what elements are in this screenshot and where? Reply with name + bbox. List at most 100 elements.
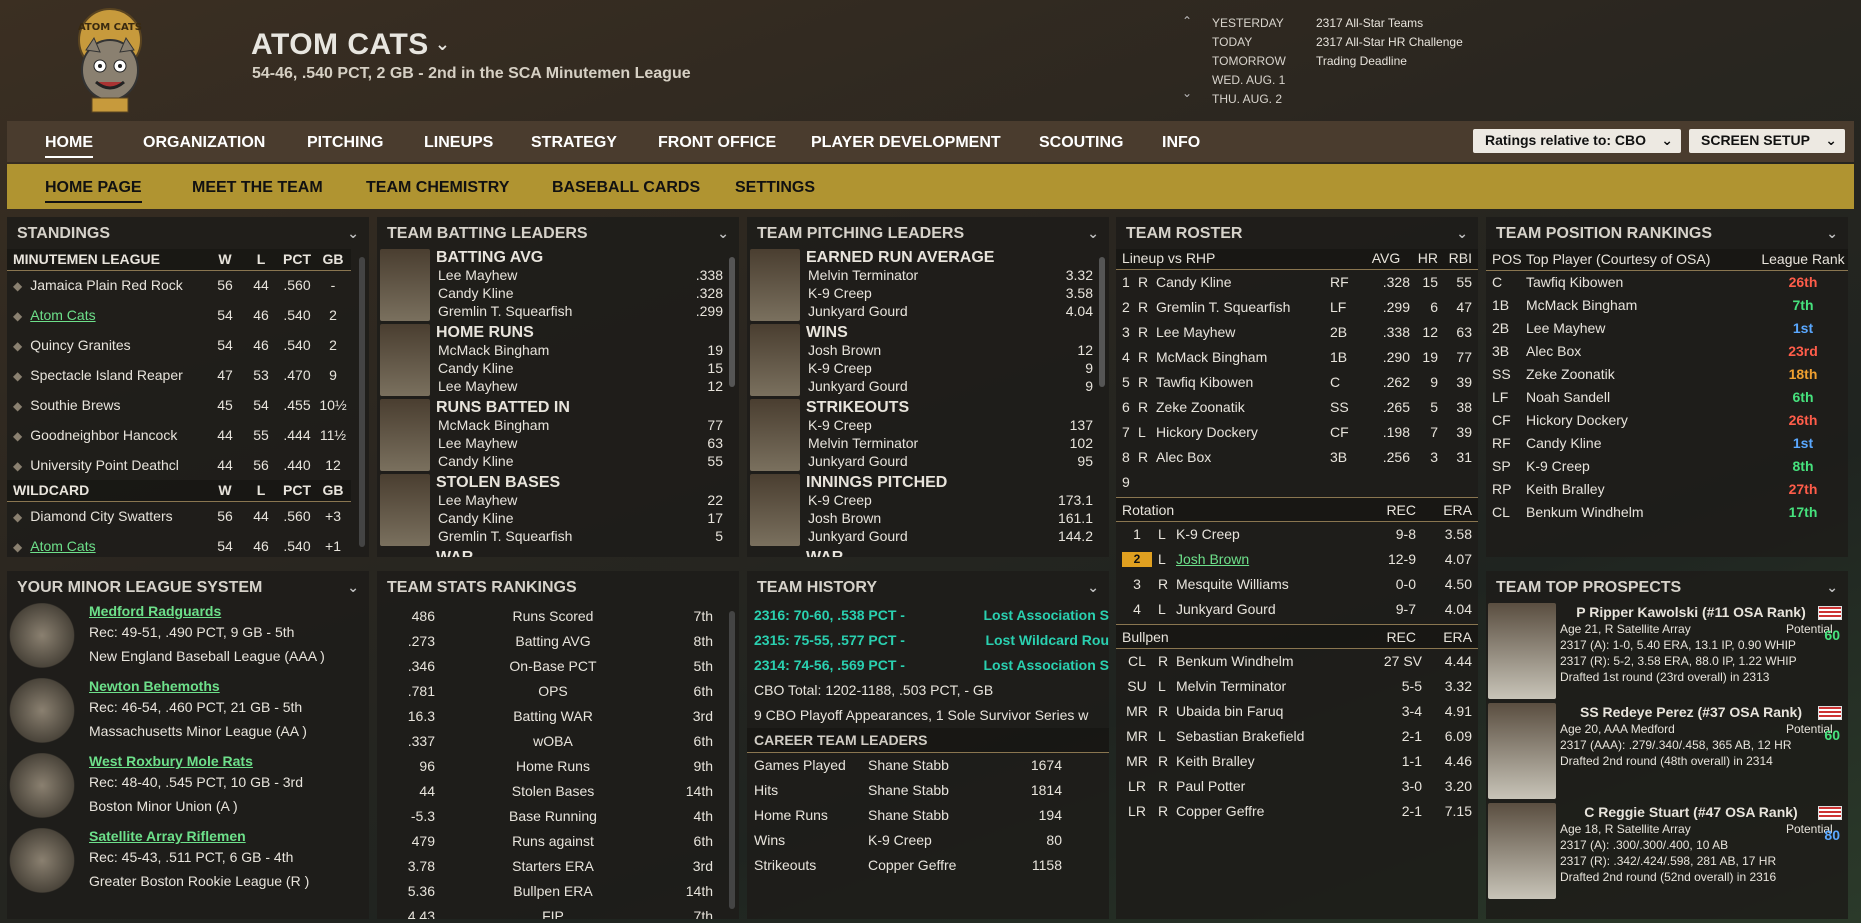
chevron-down-icon[interactable]: ⌄ bbox=[1182, 86, 1192, 100]
leader-row[interactable]: Josh Brown 161.1 bbox=[806, 509, 1093, 527]
leader-row[interactable]: Melvin Terminator 3.32 bbox=[806, 266, 1093, 284]
lineup-row[interactable]: 3 R Lee Mayhew 2B .338 12 63 bbox=[1116, 320, 1478, 345]
leader-row[interactable]: Lee Mayhew 63 bbox=[436, 434, 723, 452]
stats-row[interactable]: 5.36 Bullpen ERA 14th bbox=[377, 878, 723, 903]
team-name[interactable]: Atom Cats bbox=[30, 307, 95, 323]
leader-row[interactable]: McMack Bingham 77 bbox=[436, 416, 723, 434]
stats-row[interactable]: 96 Home Runs 9th bbox=[377, 753, 723, 778]
standings-row[interactable]: ◆ Quincy Granites 54 46 .540 2 bbox=[7, 330, 351, 360]
prospect-name[interactable]: SS Redeye Perez (#37 OSA Rank) bbox=[1560, 703, 1848, 721]
leader-row[interactable]: Candy Kline 15 bbox=[436, 359, 723, 377]
bullpen-row[interactable]: MR R Keith Bralley 1-1 4.46 bbox=[1116, 749, 1478, 774]
career-leader-row[interactable]: Strikeouts Copper Geffre 1158 bbox=[754, 853, 1109, 878]
screen-setup-dropdown[interactable]: SCREEN SETUP ⌄ bbox=[1689, 129, 1845, 153]
tab-info[interactable]: INFO bbox=[1162, 134, 1200, 152]
standings-row[interactable]: ◆ Spectacle Island Reaper 47 53 .470 9 bbox=[7, 360, 351, 390]
position-row[interactable]: CL Benkum Windhelm 17th bbox=[1486, 500, 1848, 523]
standings-row[interactable]: ◆ Goodneighbor Hancock 44 55 .444 11½ bbox=[7, 420, 351, 450]
team-title[interactable]: ATOM CATS ⌄ bbox=[251, 28, 450, 62]
position-row[interactable]: 2B Lee Mayhew 1st bbox=[1486, 316, 1848, 339]
tab-home[interactable]: HOME bbox=[45, 134, 93, 158]
leader-row[interactable]: Junkyard Gourd 144.2 bbox=[806, 527, 1093, 545]
lineup-row[interactable]: 9 bbox=[1116, 470, 1478, 495]
position-row[interactable]: 3B Alec Box 23rd bbox=[1486, 339, 1848, 362]
lineup-row[interactable]: 8 R Alec Box 3B .256 3 31 bbox=[1116, 445, 1478, 470]
standings-row[interactable]: ◆ Diamond City Swatters 56 44 .560 +3 bbox=[7, 501, 351, 531]
chevron-down-icon[interactable]: ⌄ bbox=[1456, 225, 1468, 241]
prospect-name[interactable]: P Ripper Kawolski (#11 OSA Rank) bbox=[1560, 603, 1848, 621]
standings-row[interactable]: ◆ Atom Cats 54 46 .540 2 bbox=[7, 300, 351, 330]
stats-row[interactable]: .346 On-Base PCT 5th bbox=[377, 653, 723, 678]
standings-row[interactable]: ◆ Jamaica Plain Red Rock 56 44 .560 - bbox=[7, 270, 351, 300]
position-row[interactable]: RF Candy Kline 1st bbox=[1486, 431, 1848, 454]
position-row[interactable]: 1B McMack Bingham 7th bbox=[1486, 293, 1848, 316]
lineup-row[interactable]: 2 R Gremlin T. Squearfish LF .299 6 47 bbox=[1116, 295, 1478, 320]
leader-row[interactable]: McMack Bingham 19 bbox=[436, 341, 723, 359]
minor-team-name[interactable]: Newton Behemoths bbox=[89, 678, 307, 694]
minor-team-name[interactable]: Medford Radguards bbox=[89, 603, 325, 619]
chevron-down-icon[interactable]: ⌄ bbox=[347, 579, 359, 595]
tab-team-chemistry[interactable]: TEAM CHEMISTRY bbox=[366, 179, 509, 197]
leader-row[interactable]: Lee Mayhew 22 bbox=[436, 491, 723, 509]
tab-organization[interactable]: ORGANIZATION bbox=[143, 134, 265, 152]
career-leader-row[interactable]: Hits Shane Stabb 1814 bbox=[754, 778, 1109, 803]
leader-row[interactable]: Junkyard Gourd 95 bbox=[806, 452, 1093, 470]
history-season[interactable]: 2314: 74-56, .569 PCT - Lost Association … bbox=[754, 653, 1109, 678]
chevron-down-icon[interactable]: ⌄ bbox=[717, 225, 729, 241]
chevron-down-icon[interactable]: ⌄ bbox=[1087, 579, 1099, 595]
chevron-down-icon[interactable]: ⌄ bbox=[1087, 225, 1099, 241]
leader-row[interactable]: K-9 Creep 3.58 bbox=[806, 284, 1093, 302]
stats-row[interactable]: 479 Runs against 6th bbox=[377, 828, 723, 853]
standings-row[interactable]: ◆ University Point Deathcl 44 56 .440 12 bbox=[7, 450, 351, 480]
leader-row[interactable]: Gremlin T. Squearfish .299 bbox=[436, 302, 723, 320]
tab-meet-the-team[interactable]: MEET THE TEAM bbox=[192, 179, 323, 197]
scrollbar[interactable] bbox=[359, 257, 365, 547]
standings-row[interactable]: ◆ Southie Brews 45 54 .455 10½ bbox=[7, 390, 351, 420]
stats-row[interactable]: .273 Batting AVG 8th bbox=[377, 628, 723, 653]
stats-row[interactable]: 486 Runs Scored 7th bbox=[377, 603, 723, 628]
lineup-row[interactable]: 5 R Tawfiq Kibowen C .262 9 39 bbox=[1116, 370, 1478, 395]
position-row[interactable]: CF Hickory Dockery 26th bbox=[1486, 408, 1848, 431]
prospect-name[interactable]: C Reggie Stuart (#47 OSA Rank) bbox=[1560, 803, 1848, 821]
rotation-row[interactable]: 3 R Mesquite Williams 0-0 4.50 bbox=[1116, 572, 1478, 597]
leader-row[interactable]: K-9 Creep 9 bbox=[806, 359, 1093, 377]
leader-row[interactable]: Lee Mayhew .338 bbox=[436, 266, 723, 284]
chevron-down-icon[interactable]: ⌄ bbox=[347, 225, 359, 241]
stats-row[interactable]: .781 OPS 6th bbox=[377, 678, 723, 703]
rotation-row[interactable]: 2 L Josh Brown 12-9 4.07 bbox=[1116, 547, 1478, 572]
leader-row[interactable]: Melvin Terminator 102 bbox=[806, 434, 1093, 452]
scrollbar[interactable] bbox=[729, 257, 735, 387]
position-row[interactable]: SP K-9 Creep 8th bbox=[1486, 454, 1848, 477]
tab-baseball-cards[interactable]: BASEBALL CARDS bbox=[552, 179, 700, 197]
bullpen-row[interactable]: LR R Paul Potter 3-0 3.20 bbox=[1116, 774, 1478, 799]
stats-row[interactable]: 16.3 Batting WAR 3rd bbox=[377, 703, 723, 728]
history-season[interactable]: 2316: 70-60, .538 PCT - Lost Association … bbox=[754, 603, 1109, 628]
bullpen-row[interactable]: MR L Sebastian Brakefield 2-1 6.09 bbox=[1116, 724, 1478, 749]
career-leader-row[interactable]: Home Runs Shane Stabb 194 bbox=[754, 803, 1109, 828]
rotation-row[interactable]: 1 L K-9 Creep 9-8 3.58 bbox=[1116, 522, 1478, 547]
scrollbar[interactable] bbox=[1099, 257, 1105, 387]
leader-row[interactable]: Junkyard Gourd 4.04 bbox=[806, 302, 1093, 320]
lineup-row[interactable]: 1 R Candy Kline RF .328 15 55 bbox=[1116, 270, 1478, 295]
bullpen-row[interactable]: SU L Melvin Terminator 5-5 3.32 bbox=[1116, 674, 1478, 699]
tab-strategy[interactable]: STRATEGY bbox=[531, 134, 617, 152]
player-name[interactable]: Josh Brown bbox=[1176, 547, 1372, 572]
standings-row[interactable]: ◆ Atom Cats 54 46 .540 +1 bbox=[7, 531, 351, 557]
chevron-down-icon[interactable]: ⌄ bbox=[1826, 579, 1838, 595]
tab-home-page[interactable]: HOME PAGE bbox=[45, 179, 142, 203]
stats-row[interactable]: .337 wOBA 6th bbox=[377, 728, 723, 753]
team-name[interactable]: Atom Cats bbox=[30, 538, 95, 554]
tab-pitching[interactable]: PITCHING bbox=[307, 134, 383, 152]
tab-settings[interactable]: SETTINGS bbox=[735, 179, 815, 197]
minor-team-name[interactable]: West Roxbury Mole Rats bbox=[89, 753, 303, 769]
lineup-row[interactable]: 6 R Zeke Zoonatik SS .265 5 38 bbox=[1116, 395, 1478, 420]
leader-row[interactable]: Candy Kline .328 bbox=[436, 284, 723, 302]
position-row[interactable]: C Tawfiq Kibowen 26th bbox=[1486, 270, 1848, 293]
leader-row[interactable]: Gremlin T. Squearfish 5 bbox=[436, 527, 723, 545]
position-row[interactable]: LF Noah Sandell 6th bbox=[1486, 385, 1848, 408]
position-row[interactable]: RP Keith Bralley 27th bbox=[1486, 477, 1848, 500]
bullpen-row[interactable]: CL R Benkum Windhelm 27 SV 4.44 bbox=[1116, 649, 1478, 674]
lineup-row[interactable]: 4 R McMack Bingham 1B .290 19 77 bbox=[1116, 345, 1478, 370]
career-leader-row[interactable]: Wins K-9 Creep 80 bbox=[754, 828, 1109, 853]
bullpen-row[interactable]: MR R Ubaida bin Faruq 3-4 4.91 bbox=[1116, 699, 1478, 724]
